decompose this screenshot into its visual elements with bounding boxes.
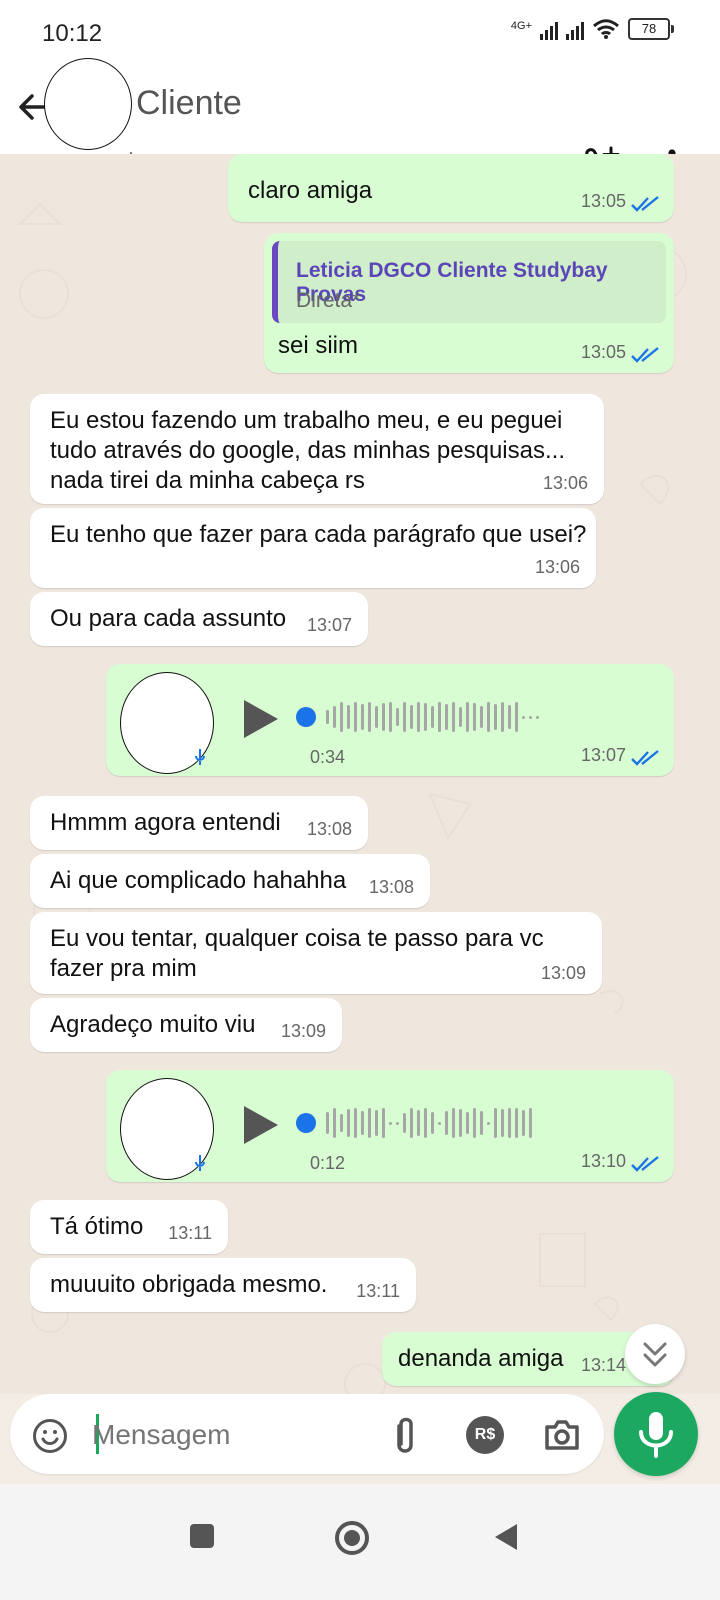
voice-duration: 0:34: [310, 747, 346, 767]
message-time: 13:09: [280, 1021, 326, 1041]
microphone-icon: [195, 1155, 205, 1171]
signal-icon: [540, 18, 558, 40]
voice-duration: 0:12: [310, 1153, 346, 1173]
network-type: 4G+: [510, 20, 532, 32]
read-receipt-icon: [631, 347, 659, 363]
home-icon[interactable]: [334, 1520, 370, 1556]
message-text: Eu estou fazendo um trabalho meu, e eu p…: [50, 407, 565, 494]
quoted-message[interactable]: Leticia DGCO Cliente Studybay Provas Dir…: [272, 241, 666, 323]
quoted-subtitle: Direta*: [296, 289, 361, 312]
status-time: 10:12: [42, 20, 103, 47]
signal-icon: [566, 18, 584, 40]
incoming-message[interactable]: Hmmm agora entendi 13:08: [30, 796, 368, 850]
incoming-message[interactable]: Tá ótimo 13:11: [30, 1200, 228, 1254]
microphone-icon: [195, 749, 205, 765]
contact-name[interactable]: Cliente: [136, 84, 242, 123]
message-text: Eu tenho que fazer para cada parágrafo q…: [50, 521, 587, 548]
incoming-message[interactable]: muuuito obrigada mesmo. 13:11: [30, 1258, 416, 1312]
incoming-message[interactable]: Eu estou fazendo um trabalho meu, e eu p…: [30, 394, 604, 504]
message-text: Tá ótimo: [50, 1213, 144, 1240]
chevron-double-down-icon: [643, 1342, 667, 1367]
back-icon[interactable]: [492, 1522, 522, 1552]
read-receipt-icon: [631, 196, 659, 212]
read-receipt-icon: [631, 1156, 659, 1172]
outgoing-message[interactable]: claro amiga 13:05: [228, 154, 674, 222]
message-text: Eu vou tentar, qualquer coisa te passo p…: [50, 925, 544, 982]
message-text: Ou para cada assunto: [50, 605, 287, 632]
android-navigation-bar: [0, 1484, 720, 1600]
microphone-icon: [639, 1412, 673, 1458]
recent-apps-icon[interactable]: [188, 1522, 216, 1550]
message-time: 13:05: [580, 191, 626, 211]
message-text: Hmmm agora entendi: [50, 809, 281, 836]
message-time: 13:09: [540, 963, 586, 983]
incoming-message[interactable]: Ai que complicado hahahha 13:08: [30, 854, 430, 908]
message-text: Ai que complicado hahahha: [50, 867, 347, 894]
message-text: denanda amiga: [398, 1345, 564, 1372]
message-time: 13:07: [580, 745, 626, 765]
voice-waveform[interactable]: [296, 1104, 656, 1142]
message-time: 13:07: [306, 615, 352, 635]
waveform-progress-dot[interactable]: [296, 707, 316, 727]
wifi-icon: [593, 19, 619, 39]
message-time: 13:08: [306, 819, 352, 839]
message-time: 13:08: [368, 877, 414, 897]
message-time: 13:11: [356, 1281, 400, 1301]
message-time: 13:11: [168, 1223, 212, 1243]
message-time: 13:06: [534, 557, 580, 577]
message-time: 13:10: [580, 1151, 626, 1171]
incoming-message[interactable]: Eu tenho que fazer para cada parágrafo q…: [30, 508, 596, 588]
chat-area[interactable]: claro amiga 13:05 Leticia DGCO Cliente S…: [0, 154, 720, 1394]
status-icons: 4G+ 78: [510, 18, 674, 40]
voice-waveform[interactable]: [296, 698, 656, 736]
read-receipt-icon: [631, 750, 659, 766]
message-input[interactable]: [90, 1414, 354, 1456]
play-icon[interactable]: [240, 1104, 280, 1146]
message-time: 13:06: [542, 473, 588, 493]
battery-icon: 78: [628, 18, 674, 40]
waveform-progress-dot[interactable]: [296, 1113, 316, 1133]
message-text: sei siim: [278, 332, 359, 359]
outgoing-reply-message[interactable]: Leticia DGCO Cliente Studybay Provas Dir…: [264, 233, 674, 373]
emoji-icon[interactable]: [32, 1418, 68, 1454]
message-time: 13:14: [580, 1355, 626, 1375]
message-composer[interactable]: R$: [10, 1394, 604, 1474]
battery-level: 78: [641, 21, 657, 36]
camera-icon[interactable]: [543, 1418, 581, 1452]
incoming-message[interactable]: Eu vou tentar, qualquer coisa te passo p…: [30, 912, 602, 994]
message-text: Agradeço muito viu: [50, 1011, 256, 1038]
payment-icon[interactable]: R$: [466, 1416, 504, 1454]
play-icon[interactable]: [240, 698, 280, 740]
scroll-to-bottom-button[interactable]: [625, 1324, 685, 1384]
message-text: muuuito obrigada mesmo.: [50, 1271, 328, 1298]
voice-record-button[interactable]: [614, 1392, 698, 1476]
incoming-message[interactable]: Agradeço muito viu 13:09: [30, 998, 342, 1052]
outgoing-voice-message[interactable]: 0:12 13:10: [106, 1070, 674, 1182]
outgoing-voice-message[interactable]: 0:34 13:07: [106, 664, 674, 776]
contact-avatar[interactable]: [44, 58, 132, 150]
paperclip-icon[interactable]: [391, 1414, 421, 1454]
message-text: claro amiga: [248, 177, 373, 204]
status-bar: 10:12 4G+ 78: [0, 0, 720, 62]
incoming-message[interactable]: Ou para cada assunto 13:07: [30, 592, 368, 646]
message-time: 13:05: [580, 342, 626, 362]
